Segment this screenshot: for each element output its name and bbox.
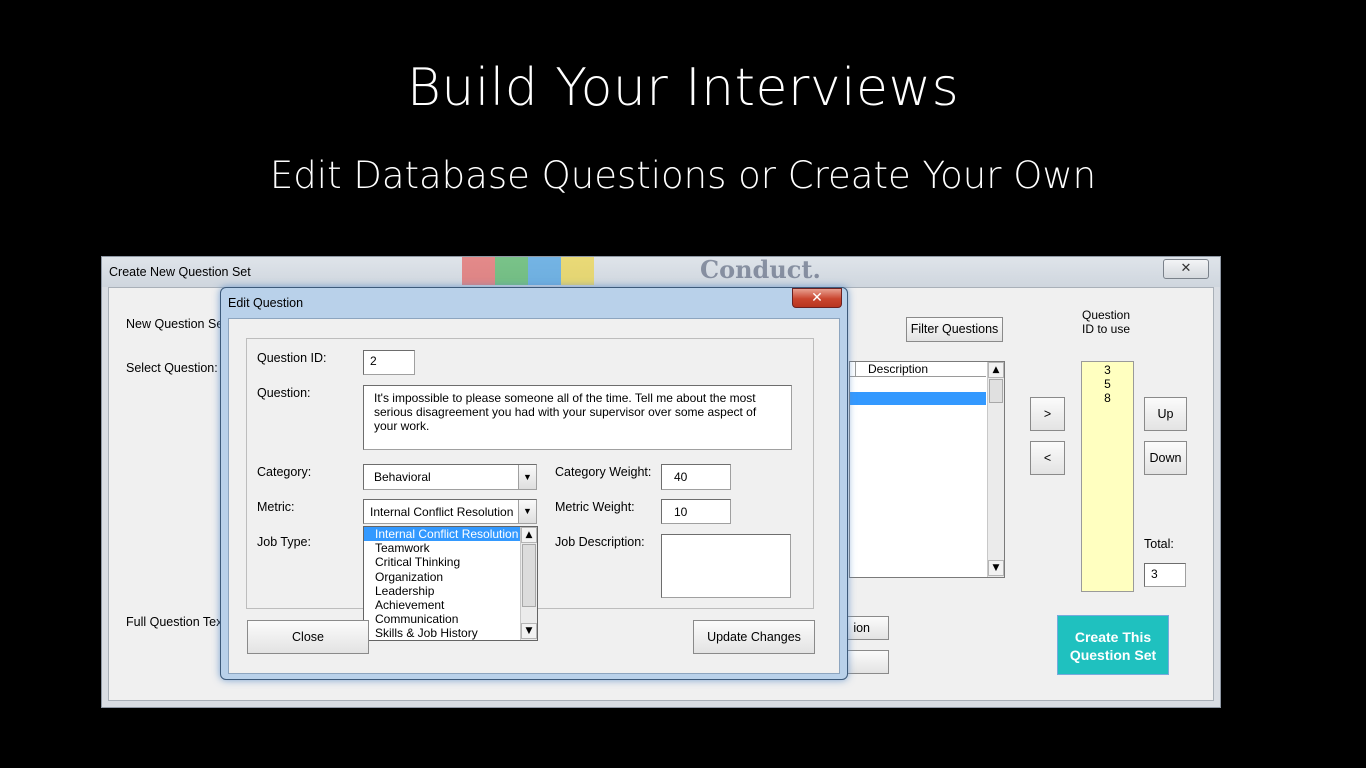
list-scrollbar[interactable]: ▲ ▼ [987,362,1004,577]
update-changes-button[interactable]: Update Changes [693,620,815,654]
question-textarea[interactable]: It's impossible to please someone all of… [363,385,792,450]
metric-select[interactable]: Internal Conflict Resolution ▼ [363,499,537,524]
question-id-item[interactable]: 8 [1082,391,1133,405]
window-close-button[interactable]: ✕ [1163,259,1209,279]
question-id-item[interactable]: 3 [1082,362,1133,377]
category-weight-field[interactable]: 40 [661,464,731,490]
dropdown-option[interactable]: Critical Thinking [364,555,537,569]
metric-select-value: Internal Conflict Resolution [370,505,514,519]
dropdown-option[interactable]: Leadership [364,584,537,598]
scroll-thumb[interactable] [989,379,1003,403]
category-weight-label: Category Weight: [555,465,652,479]
scroll-thumb[interactable] [522,544,536,607]
filter-questions-button[interactable]: Filter Questions [906,317,1003,342]
dropdown-scrollbar[interactable]: ▲ ▼ [520,527,537,640]
chevron-down-icon[interactable]: ▼ [518,500,536,523]
list-header: Description [850,362,986,377]
logo-strip [462,257,594,285]
dropdown-option[interactable]: Internal Conflict Resolution [364,527,537,542]
job-description-field[interactable] [661,534,791,598]
column-header-description[interactable]: Description [868,362,928,376]
slide-subtitle: Edit Database Questions or Create Your O… [269,154,1097,197]
metric-weight-field[interactable]: 10 [661,499,731,524]
total-field: 3 [1144,563,1186,587]
full-question-text-label: Full Question Text [126,615,226,629]
dialog-title: Edit Question [228,296,304,310]
metric-weight-label: Metric Weight: [555,500,635,514]
scroll-down-arrow-icon[interactable]: ▼ [521,623,537,639]
logo-blue-block [528,257,561,285]
window-titlebar: Create New Question Set Conduct. ✕ [102,255,1220,287]
list-row-selected[interactable] [850,392,986,405]
logo-yellow-block [561,257,594,285]
dialog-client-area: Question ID: 2 Question: It's impossible… [228,318,840,674]
selected-question-ids-list[interactable]: 3 5 8 [1081,361,1134,592]
question-id-heading: Question ID to use [1081,308,1131,336]
category-select-value: Behavioral [374,470,431,484]
dialog-close-button[interactable]: ✕ [792,288,842,308]
dropdown-option[interactable]: Teamwork [364,541,537,555]
logo-green-block [495,257,528,285]
metric-dropdown-list[interactable]: Internal Conflict Resolution Teamwork Cr… [363,526,538,641]
close-icon: ✕ [811,290,823,306]
job-type-label: Job Type: [257,535,311,549]
question-list[interactable]: Description ▲ ▼ [849,361,1005,578]
dropdown-option[interactable]: Skills & Job History [364,626,537,640]
slide-title: Build Your Interviews [406,58,960,118]
job-description-label: Job Description: [555,535,645,549]
category-select[interactable]: Behavioral ▼ [363,464,537,490]
create-question-set-button[interactable]: Create This Question Set [1057,615,1169,675]
move-down-button[interactable]: Down [1144,441,1187,475]
header-logo-text: Conduct. [700,255,821,284]
question-label: Question: [257,386,311,400]
question-id-item[interactable]: 5 [1082,377,1133,391]
move-up-button[interactable]: Up [1144,397,1187,431]
select-question-label: Select Question: [126,361,218,375]
chevron-down-icon[interactable]: ▼ [518,465,536,489]
question-id-field[interactable]: 2 [363,350,415,375]
close-icon: ✕ [1180,261,1192,276]
move-left-button[interactable]: < [1030,441,1065,475]
scroll-down-arrow-icon[interactable]: ▼ [988,560,1004,576]
question-id-label: Question ID: [257,351,327,365]
edit-question-dialog: Edit Question ✕ Question ID: 2 Question:… [220,287,848,680]
logo-red-block [462,257,495,285]
metric-label: Metric: [257,500,295,514]
dropdown-option[interactable]: Organization [364,570,537,584]
scroll-up-arrow-icon[interactable]: ▲ [521,527,537,543]
dropdown-option[interactable]: Communication [364,612,537,626]
window-title: Create New Question Set [109,265,251,279]
move-right-button[interactable]: > [1030,397,1065,431]
new-question-set-label: New Question Set [126,317,227,331]
scroll-up-arrow-icon[interactable]: ▲ [988,362,1004,378]
close-button[interactable]: Close [247,620,369,654]
category-label: Category: [257,465,312,479]
dialog-titlebar: Edit Question ✕ [221,288,847,316]
total-label: Total: [1144,537,1174,551]
dropdown-option[interactable]: Achievement [364,598,537,612]
